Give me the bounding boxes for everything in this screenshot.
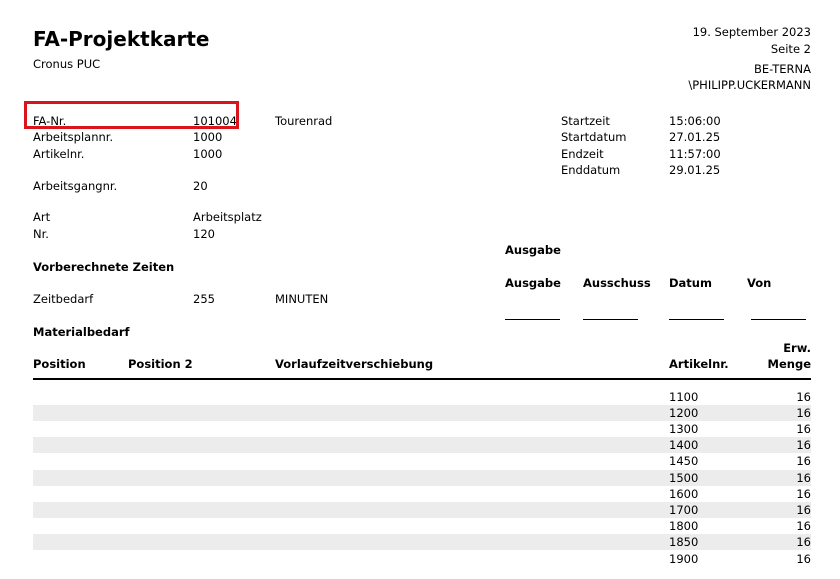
- table-row: 1450 16: [33, 453, 811, 469]
- row-menge: 16: [796, 535, 811, 550]
- art-value: Arbeitsplatz: [193, 210, 262, 224]
- arbeitsplannr-value: 1000: [193, 130, 223, 144]
- report-title: FA-Projektkarte: [33, 27, 210, 51]
- col-artikelnr: Artikelnr.: [669, 357, 729, 371]
- signature-line-ausschuss: [583, 319, 638, 320]
- col-position2: Position 2: [128, 357, 193, 371]
- row-menge: 16: [796, 551, 811, 566]
- row-menge: 16: [796, 502, 811, 517]
- user-name: \PHILIPP.UCKERMANN: [688, 78, 811, 92]
- row-menge: 16: [796, 454, 811, 469]
- times-heading: Vorberechnete Zeiten: [33, 260, 175, 274]
- startzeit-label: Startzeit: [561, 114, 610, 128]
- row-artikelnr: 1600: [669, 486, 699, 501]
- col-vorlaufzeitverschiebung: Vorlaufzeitverschiebung: [275, 357, 434, 371]
- table-row: 1600 16: [33, 486, 811, 502]
- table-row: 1300 16: [33, 421, 811, 437]
- row-artikelnr: 1850: [669, 535, 699, 550]
- arbeitsplannr-label: Arbeitsplannr.: [33, 130, 114, 144]
- row-menge: 16: [796, 470, 811, 485]
- table-row: 1700 16: [33, 501, 811, 519]
- arbeitsgangnr-value: 20: [193, 179, 208, 193]
- row-menge: 16: [796, 405, 811, 420]
- row-artikelnr: 1500: [669, 470, 699, 485]
- nr-value: 120: [193, 227, 215, 241]
- col-menge-line1: Erw.: [783, 341, 811, 355]
- signature-line-ausgabe: [505, 319, 560, 320]
- col-ausgabe: Ausgabe: [505, 276, 561, 290]
- highlight-box: [24, 101, 239, 129]
- page-number: Seite 2: [770, 42, 811, 56]
- row-artikelnr: 1400: [669, 438, 699, 453]
- ausgabe-heading: Ausgabe: [505, 243, 561, 257]
- col-position: Position: [33, 357, 86, 371]
- zeitbedarf-label: Zeitbedarf: [33, 292, 94, 306]
- org-name: BE-TERNA: [753, 62, 811, 76]
- row-menge: 16: [796, 421, 811, 436]
- table-row: 1900 16: [33, 551, 811, 567]
- zeitbedarf-unit: MINUTEN: [275, 292, 329, 306]
- startzeit-value: 15:06:00: [669, 114, 721, 128]
- table-row: 1850 16: [33, 534, 811, 551]
- col-menge-line2: Menge: [767, 357, 811, 371]
- col-von: Von: [747, 276, 772, 290]
- material-heading: Materialbedarf: [33, 325, 130, 339]
- row-artikelnr: 1100: [669, 389, 699, 404]
- company-name: Cronus PUC: [33, 57, 101, 71]
- row-artikelnr: 1200: [669, 405, 699, 420]
- row-artikelnr: 1800: [669, 519, 699, 534]
- endzeit-label: Endzeit: [561, 147, 604, 161]
- fa-description: Tourenrad: [275, 114, 333, 128]
- row-menge: 16: [796, 519, 811, 534]
- artikelnr-label: Artikelnr.: [33, 147, 85, 161]
- zeitbedarf-value: 255: [193, 292, 215, 306]
- enddatum-value: 29.01.25: [669, 163, 721, 177]
- report-date: 19. September 2023: [692, 25, 811, 39]
- enddatum-label: Enddatum: [561, 163, 621, 177]
- row-artikelnr: 1700: [669, 502, 699, 517]
- row-menge: 16: [796, 438, 811, 453]
- startdatum-value: 27.01.25: [669, 130, 721, 144]
- row-artikelnr: 1300: [669, 421, 699, 436]
- col-ausschuss: Ausschuss: [583, 276, 651, 290]
- row-artikelnr: 1900: [669, 551, 699, 566]
- artikelnr-value: 1000: [193, 147, 223, 161]
- signature-line-datum: [669, 319, 724, 320]
- col-datum: Datum: [669, 276, 712, 290]
- table-header-rule: [33, 378, 811, 380]
- table-row: 1200 16: [33, 404, 811, 421]
- art-label: Art: [33, 210, 51, 224]
- table-row: 1800 16: [33, 518, 811, 534]
- startdatum-label: Startdatum: [561, 130, 627, 144]
- row-artikelnr: 1450: [669, 454, 699, 469]
- table-row: 1500 16: [33, 469, 811, 486]
- row-menge: 16: [796, 486, 811, 501]
- endzeit-value: 11:57:00: [669, 147, 721, 161]
- signature-line-von: [751, 319, 806, 320]
- row-menge: 16: [796, 389, 811, 404]
- arbeitsgangnr-label: Arbeitsgangnr.: [33, 179, 118, 193]
- table-row: 1100 16: [33, 389, 811, 405]
- table-row: 1400 16: [33, 437, 811, 454]
- nr-label: Nr.: [33, 227, 49, 241]
